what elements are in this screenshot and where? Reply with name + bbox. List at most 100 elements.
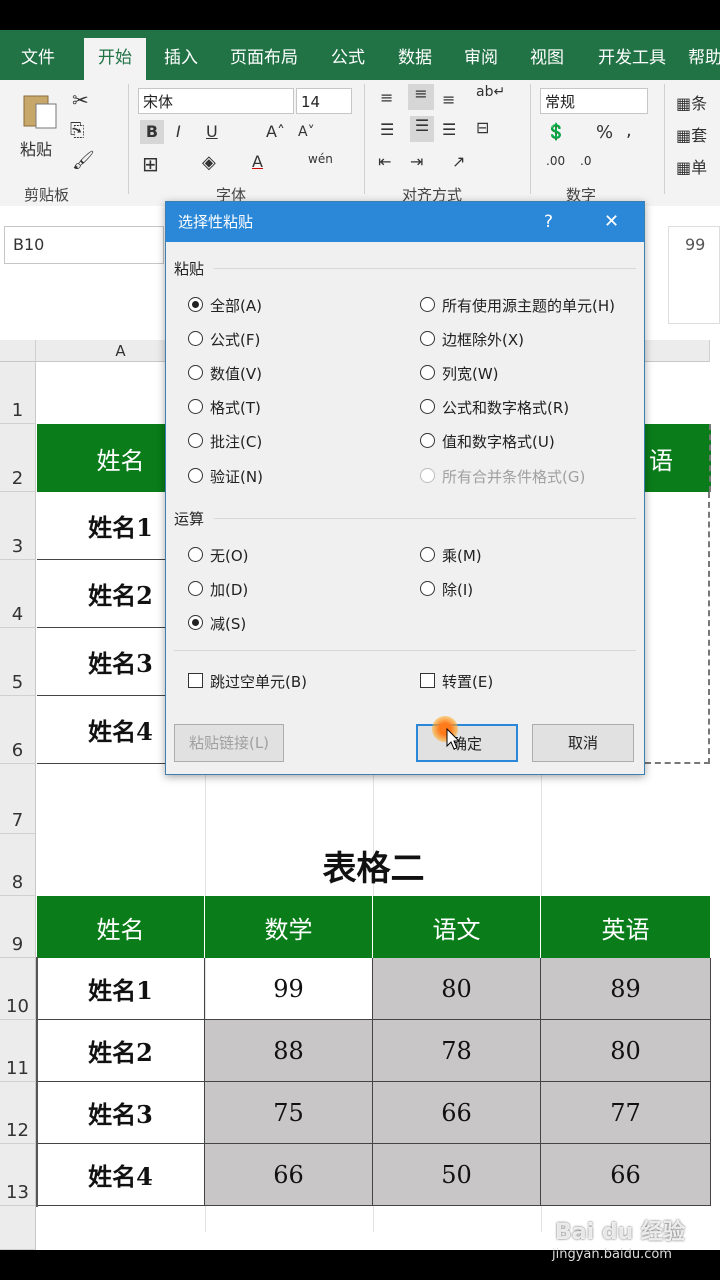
merge-center-icon[interactable]: ⊟ [476,118,489,137]
row-header[interactable]: 6 [0,696,36,764]
table2-header-english[interactable]: 英语 [541,896,711,958]
radio-column-widths[interactable] [420,365,435,380]
tab-data[interactable]: 数据 [386,30,444,80]
option-all-label[interactable]: 全部(A) [210,295,262,316]
row-header[interactable]: 5 [0,628,36,696]
cancel-button[interactable]: 取消 [532,724,634,762]
font-color-icon[interactable]: A [252,152,263,171]
radio-formats[interactable] [188,399,203,414]
row-header[interactable]: 11 [0,1020,36,1082]
paste-button[interactable] [20,90,60,134]
tab-home[interactable]: 开始 [84,38,146,80]
tab-formulas[interactable]: 公式 [318,30,378,80]
tab-insert[interactable]: 插入 [152,30,210,80]
option-validation-label[interactable]: 验证(N) [210,466,263,487]
help-icon[interactable]: ? [544,202,553,242]
option-source-theme-label[interactable]: 所有使用源主题的单元(H) [442,295,615,316]
row-header[interactable]: 9 [0,896,36,958]
row-header[interactable]: 1 [0,362,36,424]
radio-op-subtract[interactable] [188,615,203,630]
tab-page-layout[interactable]: 页面布局 [222,30,306,80]
radio-comments[interactable] [188,433,203,448]
row-header[interactable]: 13 [0,1144,36,1206]
underline-button[interactable]: U [206,122,218,141]
row-header[interactable]: 8 [0,834,36,896]
option-except-borders-label[interactable]: 边框除外(X) [442,329,524,350]
orientation-icon[interactable]: ↗ [452,152,465,171]
transpose-checkbox[interactable] [420,673,435,688]
align-left-icon[interactable]: ☰ [380,120,394,139]
op-divide-label[interactable]: 除(I) [442,579,473,600]
row-header[interactable]: 12 [0,1082,36,1144]
align-right-icon[interactable]: ☰ [442,120,456,139]
option-formulas-number-formats-label[interactable]: 公式和数字格式(R) [442,397,569,418]
radio-op-multiply[interactable] [420,547,435,562]
copy-icon[interactable]: ⎘ [70,120,84,141]
op-multiply-label[interactable]: 乘(M) [442,545,482,566]
border-icon[interactable]: ⊞ [142,152,159,176]
option-values-number-formats-label[interactable]: 值和数字格式(U) [442,431,555,452]
comma-icon[interactable]: , [626,120,632,141]
table2-header-name[interactable]: 姓名 [37,896,205,958]
grow-font-button[interactable]: A˄ [266,122,285,141]
radio-op-divide[interactable] [420,581,435,596]
decrease-indent-icon[interactable]: ⇤ [378,152,391,171]
radio-all[interactable] [188,297,203,312]
name-box[interactable]: B10 [4,226,164,264]
radio-formulas[interactable] [188,331,203,346]
op-add-label[interactable]: 加(D) [210,579,248,600]
skip-blanks-label[interactable]: 跳过空单元(B) [210,671,307,692]
radio-validation[interactable] [188,468,203,483]
radio-source-theme[interactable] [420,297,435,312]
row-header[interactable]: 3 [0,492,36,560]
number-format-combo[interactable]: 常规 [540,88,648,114]
font-size-combo[interactable]: 14 [296,88,352,114]
increase-decimal-icon[interactable]: .00 [546,154,565,168]
cell-styles-button[interactable]: ▦单 [676,154,707,178]
decrease-decimal-icon[interactable]: .0 [580,154,591,168]
row-header[interactable]: 4 [0,560,36,628]
op-subtract-label[interactable]: 减(S) [210,613,246,634]
radio-op-add[interactable] [188,581,203,596]
option-formats-label[interactable]: 格式(T) [210,397,261,418]
shrink-font-button[interactable]: A˅ [298,124,315,140]
option-formulas-label[interactable]: 公式(F) [210,329,260,350]
bold-button[interactable]: B [140,120,164,144]
fill-color-icon[interactable]: ◈ [202,152,216,173]
select-all-corner[interactable] [0,340,36,362]
table2-header-math[interactable]: 数学 [205,896,373,958]
align-center-icon[interactable]: ☰ [410,116,434,142]
percent-icon[interactable]: % [596,122,613,143]
radio-op-none[interactable] [188,547,203,562]
align-middle-icon[interactable]: ≡ [408,84,434,110]
radio-values[interactable] [188,365,203,380]
italic-button[interactable]: I [176,122,181,141]
align-bottom-icon[interactable]: ≡ [442,90,455,109]
formula-input[interactable]: 99 [668,226,720,324]
transpose-label[interactable]: 转置(E) [442,671,493,692]
cut-icon[interactable]: ✂ [72,88,89,112]
row-header[interactable]: 10 [0,958,36,1020]
tab-developer[interactable]: 开发工具 [588,30,676,80]
format-painter-icon[interactable]: 🖌 [72,150,95,171]
option-comments-label[interactable]: 批注(C) [210,431,262,452]
radio-formulas-number-formats[interactable] [420,399,435,414]
phonetic-icon[interactable]: wén [308,152,333,166]
row-header[interactable] [0,1206,36,1250]
tab-view[interactable]: 视图 [518,30,576,80]
skip-blanks-checkbox[interactable] [188,673,203,688]
format-table-button[interactable]: ▦套 [676,122,707,146]
option-values-label[interactable]: 数值(V) [210,363,262,384]
dialog-title-bar[interactable]: 选择性粘贴 ? ✕ [166,202,644,242]
radio-values-number-formats[interactable] [420,433,435,448]
align-top-icon[interactable]: ≡ [380,88,393,107]
table2-header-chinese[interactable]: 语文 [373,896,541,958]
radio-except-borders[interactable] [420,331,435,346]
table1-header-partial[interactable]: 语 [645,424,711,492]
close-icon[interactable]: ✕ [604,202,619,242]
increase-indent-icon[interactable]: ⇥ [410,152,423,171]
table2-title[interactable]: 表格二 [37,834,710,896]
row-header[interactable]: 7 [0,764,36,834]
row-header[interactable]: 2 [0,424,36,492]
tab-help[interactable]: 帮助 [688,30,720,80]
